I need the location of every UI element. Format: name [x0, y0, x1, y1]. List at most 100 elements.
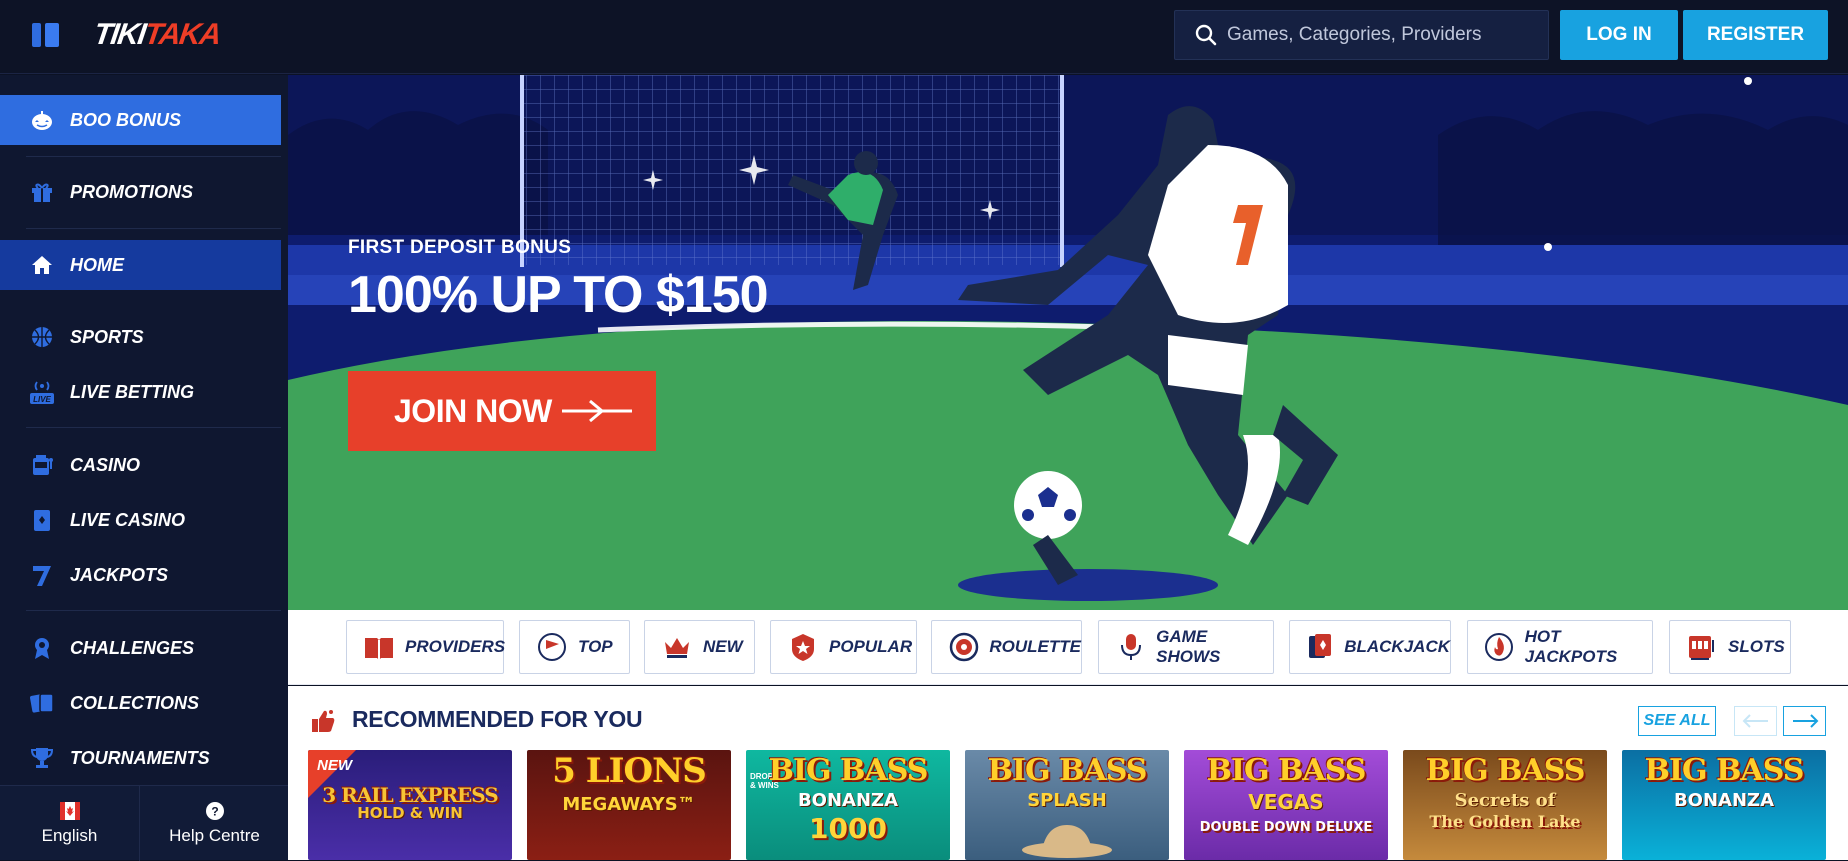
game-title: BIG BASS — [1206, 753, 1367, 788]
sidebar-item-challenges[interactable]: CHALLENGES — [0, 623, 281, 673]
category-game-shows[interactable]: GAME SHOWS — [1098, 620, 1274, 674]
help-icon: ? — [205, 801, 224, 820]
category-label: BLACKJACK — [1344, 637, 1450, 656]
sidebar-item-tournaments[interactable]: TOURNAMENTS — [0, 733, 281, 783]
carousel-prev-button[interactable] — [1734, 706, 1777, 736]
carousel-next-button[interactable] — [1783, 706, 1826, 736]
game-tile[interactable]: BIG BASS VEGAS DOUBLE DOWN DELUXE — [1184, 750, 1388, 860]
hero-eyebrow: FIRST DEPOSIT BONUS — [348, 237, 572, 258]
category-label: TOP — [578, 637, 613, 656]
arrow-right-icon — [561, 399, 632, 423]
language-selector[interactable]: English — [0, 786, 140, 861]
sidebar-item-label: PROMOTIONS — [70, 181, 194, 202]
slots-icon — [1686, 631, 1718, 663]
flame-icon — [1484, 631, 1515, 663]
menu-toggle-icon[interactable] — [32, 20, 62, 50]
category-label: ROULETTE — [989, 637, 1081, 656]
sidebar-footer: English ? Help Centre — [0, 785, 288, 861]
logo[interactable]: TIKITAKA — [92, 18, 222, 52]
basketball-icon — [28, 323, 56, 351]
category-slots[interactable]: SLOTS — [1669, 620, 1791, 674]
language-label: English — [41, 825, 98, 845]
divider — [26, 228, 281, 229]
see-all-button[interactable]: SEE ALL — [1638, 706, 1716, 736]
seven-icon — [28, 561, 56, 589]
category-popular[interactable]: POPULAR — [770, 620, 917, 674]
login-button[interactable]: LOG IN — [1560, 10, 1678, 60]
category-top[interactable]: TOP — [519, 620, 630, 674]
sidebar-item-home[interactable]: HOME — [0, 240, 281, 290]
svg-text:LIVE: LIVE — [33, 395, 51, 404]
category-hot-jackpots[interactable]: HOT JACKPOTS — [1467, 620, 1653, 674]
hero-headline: 100% UP TO $150 — [348, 266, 769, 324]
crown-icon — [661, 631, 693, 663]
sidebar-item-label: CHALLENGES — [70, 637, 195, 658]
top-bar: TIKITAKA LOG IN REGISTER — [0, 0, 1848, 74]
category-label: PROVIDERS — [405, 637, 506, 656]
game-tile[interactable]: NEW 3 RAIL EXPRESS HOLD & WIN — [308, 750, 512, 860]
search-box[interactable] — [1174, 10, 1549, 60]
playing-card-icon — [1306, 631, 1334, 663]
sidebar-item-live-betting[interactable]: LIVE LIVE BETTING — [0, 367, 281, 417]
game-tile[interactable]: BIG BASS BONANZA — [1622, 750, 1826, 860]
sidebar-item-jackpots[interactable]: JACKPOTS — [0, 550, 281, 600]
category-label: HOT JACKPOTS — [1524, 627, 1618, 666]
game-tile[interactable]: 5 LIONS MEGAWAYS™ — [527, 750, 731, 860]
hero-banner[interactable]: FIRST DEPOSIT BONUS 100% UP TO $150 JOIN… — [288, 75, 1848, 610]
game-title: 5 LIONS — [552, 751, 707, 791]
slot-machine-icon — [28, 451, 56, 479]
sidebar-item-label: TOURNAMENTS — [70, 747, 210, 768]
sidebar-item-casino[interactable]: CASINO — [0, 440, 281, 490]
join-now-button[interactable]: JOIN NOW — [348, 371, 656, 451]
search-icon — [1195, 24, 1217, 46]
sidebar-item-label: BOO BONUS — [70, 109, 182, 130]
game-title: BIG BASS — [768, 753, 929, 788]
badge-icon — [28, 634, 56, 662]
flag-icon — [536, 631, 568, 663]
game-subtitle: Secrets of — [1454, 790, 1556, 811]
help-centre-link[interactable]: ? Help Centre — [141, 786, 288, 861]
category-new[interactable]: NEW — [644, 620, 755, 674]
category-label: GAME SHOWS — [1156, 627, 1221, 666]
category-label: POPULAR — [829, 637, 913, 656]
category-providers[interactable]: PROVIDERS — [346, 620, 506, 674]
game-subtitle-2: The Golden Lake — [1429, 812, 1581, 831]
sidebar-item-label: COLLECTIONS — [70, 692, 199, 713]
register-button[interactable]: REGISTER — [1683, 10, 1828, 60]
sidebar-item-collections[interactable]: COLLECTIONS — [0, 678, 281, 728]
game-tile[interactable]: BIG BASS Secrets of The Golden Lake — [1403, 750, 1607, 860]
sidebar: BOO BONUS PROMOTIONS HOME SPORTS LIVE LI… — [0, 75, 288, 861]
sidebar-item-boo-bonus[interactable]: BOO BONUS — [0, 95, 281, 145]
game-title: BIG BASS — [1644, 753, 1805, 788]
search-input[interactable] — [1227, 24, 1527, 46]
divider — [26, 427, 281, 428]
game-subtitle-2: DOUBLE DOWN DELUXE — [1199, 820, 1373, 835]
sidebar-item-label: CASINO — [70, 454, 141, 475]
canada-flag-icon — [59, 801, 80, 820]
category-roulette[interactable]: ROULETTE — [931, 620, 1082, 674]
sidebar-item-promotions[interactable]: PROMOTIONS — [0, 167, 281, 217]
game-subtitle: SPLASH — [1027, 790, 1107, 811]
sidebar-item-sports[interactable]: SPORTS — [0, 312, 281, 362]
thumbs-up-icon — [312, 710, 335, 732]
category-label: NEW — [703, 637, 743, 656]
category-blackjack[interactable]: BLACKJACK — [1289, 620, 1451, 674]
sidebar-item-live-casino[interactable]: LIVE CASINO — [0, 495, 281, 545]
live-broadcast-icon: LIVE — [28, 378, 56, 406]
game-tile[interactable]: BIG BASS SPLASH — [965, 750, 1169, 860]
section-title: RECOMMENDED FOR YOU — [352, 706, 643, 732]
cowboy-hat-icon — [1022, 825, 1112, 858]
game-subtitle: BONANZA — [1673, 790, 1775, 811]
home-icon — [28, 251, 56, 279]
star-badge-icon — [787, 631, 819, 663]
game-title: BIG BASS — [987, 753, 1148, 788]
roulette-icon — [948, 631, 979, 663]
arrow-left-icon — [1742, 714, 1768, 728]
pumpkin-icon — [28, 106, 56, 134]
join-now-label: JOIN NOW — [394, 392, 552, 429]
sidebar-item-label: JACKPOTS — [70, 564, 169, 585]
game-tile[interactable]: DROPS & WINS BIG BASS BONANZA 1000 — [746, 750, 950, 860]
game-subtitle: MEGAWAYS™ — [562, 794, 696, 815]
svg-text:?: ? — [211, 804, 218, 818]
divider — [26, 156, 281, 157]
